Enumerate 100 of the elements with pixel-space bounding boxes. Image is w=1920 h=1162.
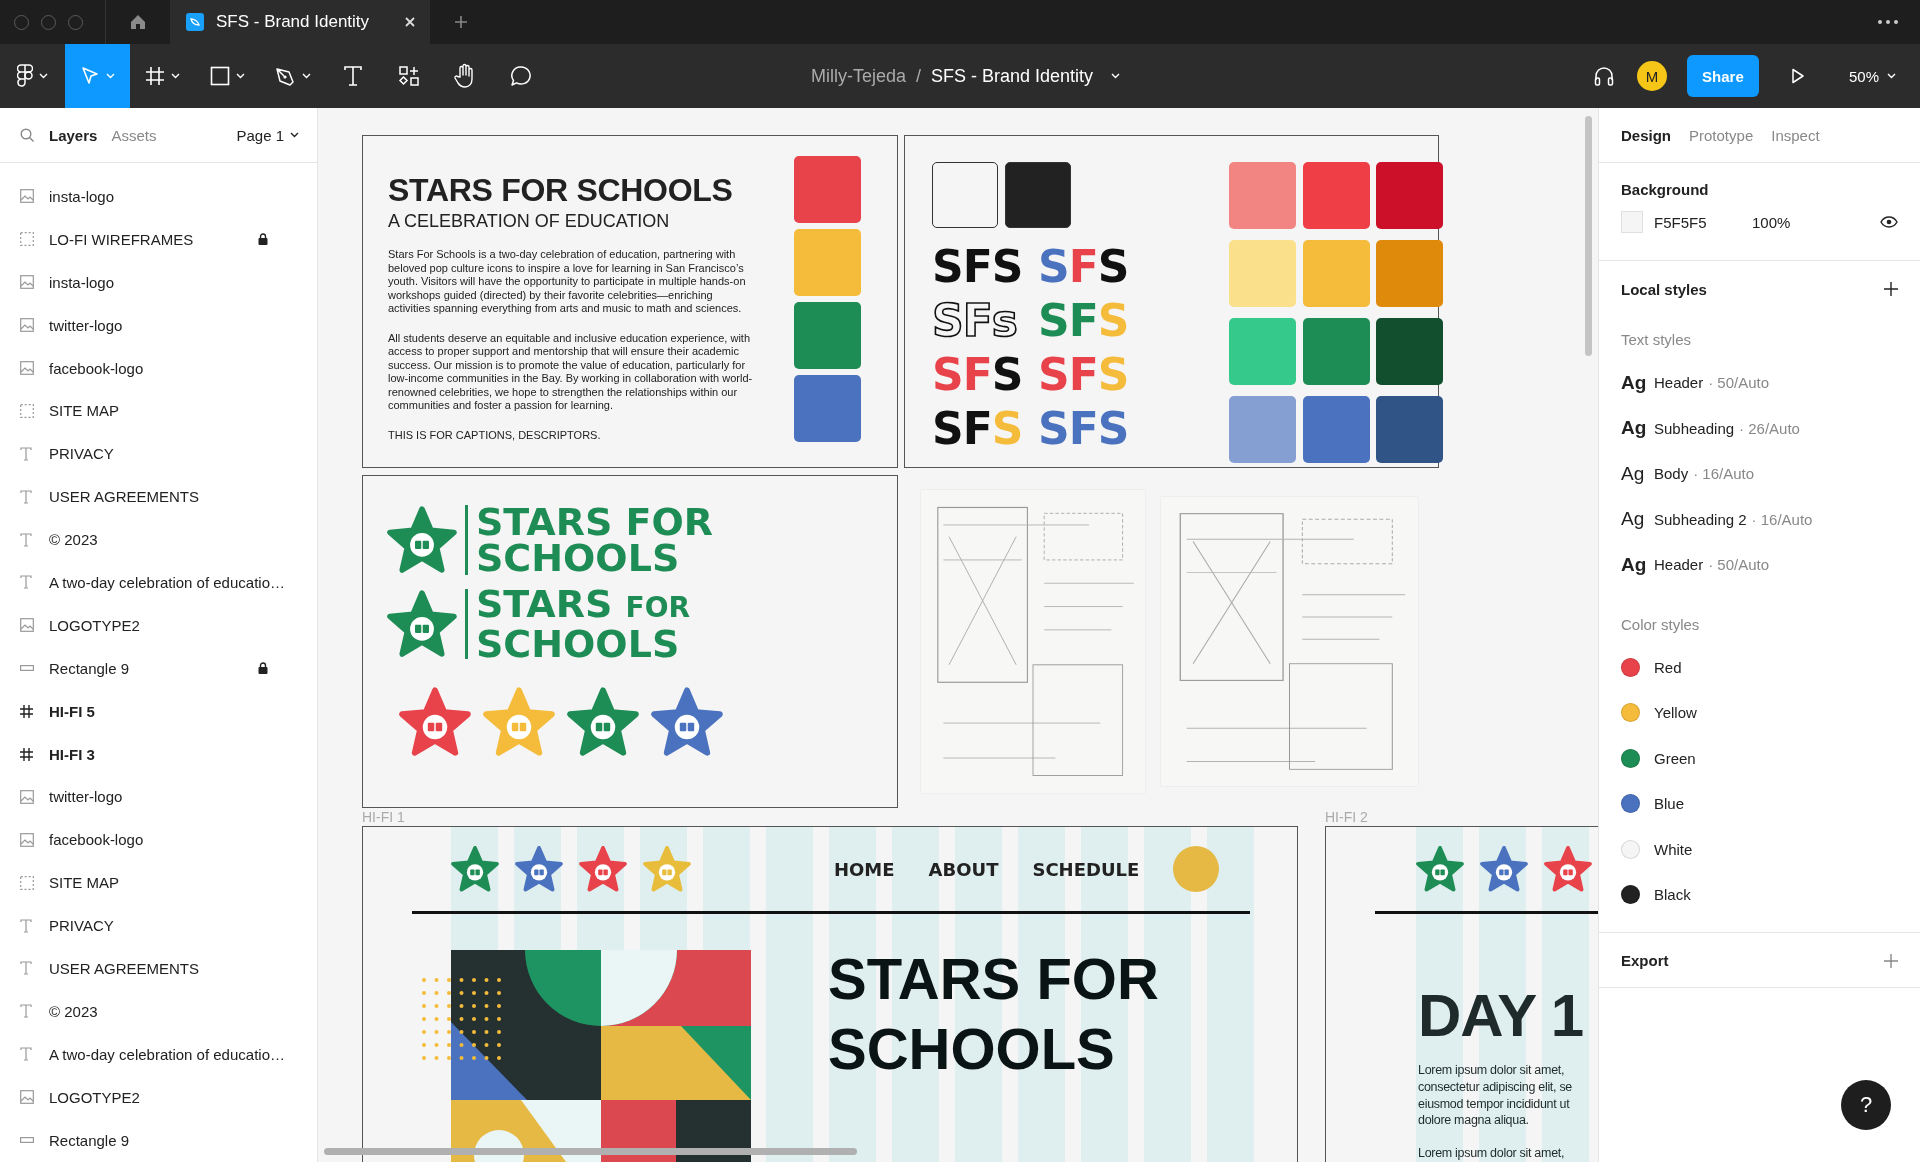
color-style-item[interactable]: Yellow [1621,690,1898,736]
text-style-item[interactable]: Ag Header · 50/Auto [1621,360,1898,406]
search-icon[interactable] [20,127,35,143]
layer-item[interactable]: Rectangle 9 [0,646,317,690]
nav-link[interactable]: SCHEDULE [1032,858,1140,880]
section-icon [20,875,34,890]
divider-bar [465,505,468,575]
scrollbar[interactable] [1585,116,1592,356]
wordmark: SFS [932,348,1024,401]
nav-link[interactable]: HOME [834,858,895,880]
section-icon [20,232,34,247]
scrollbar[interactable] [324,1148,857,1155]
team-name[interactable]: Milly-Tejeda [811,65,907,87]
image-icon [20,832,34,847]
layer-item[interactable]: twitter-logo [0,775,317,819]
file-name[interactable]: SFS - Brand Identity [931,65,1094,87]
wordmark: SFs [932,294,1018,347]
breadcrumb-separator: / [916,65,922,87]
eye-icon[interactable] [1880,216,1898,228]
close-icon[interactable] [404,16,416,28]
color-swatch[interactable] [1621,211,1643,233]
layer-item[interactable]: USER AGREEMENTS [0,475,317,519]
frame-layer-icon [20,747,33,761]
file-tab[interactable]: SFS - Brand Identity [170,0,430,44]
layer-item[interactable]: facebook-logo [0,818,317,862]
image-icon [20,189,34,204]
section-icon [20,403,34,418]
color-style-item[interactable]: Green [1621,735,1898,781]
layer-item[interactable]: SITE MAP [0,389,317,433]
panel-tab[interactable]: Assets [111,126,157,144]
body-paragraph: Stars For Schools is a two-day celebration of education, partnering with beloved pop culture icons to inspire a love for learning in San Francisco’s youth. Visitors will have the opportunity to participate in multiple hands-on workshops guided (directed) by their favorite celebrities—enriching activities spanning everything from arts and music to math and sciences. [388,248,747,316]
color-style-item[interactable]: Red [1621,644,1898,690]
caret-icon [290,132,299,138]
panel-tab[interactable]: Inspect [1771,126,1820,144]
panel-tab[interactable]: Layers [49,126,98,144]
section-title: Local styles [1621,280,1707,298]
color-style-item[interactable]: Black [1621,872,1898,918]
text-layer-icon [20,489,32,504]
help-button[interactable]: ? [1841,1080,1891,1130]
layer-item[interactable]: USER AGREEMENTS [0,947,317,990]
user-avatar[interactable]: M [1636,61,1667,91]
layer-item[interactable]: A two-day celebration of educatio… [0,1032,317,1076]
main-menu-icon [17,64,33,88]
layer-item[interactable]: PRIVACY [0,432,317,476]
layer-item[interactable]: © 2023 [0,989,317,1033]
nav-link[interactable]: ABOUT [928,858,999,880]
layer-item[interactable]: A two-day celebration of educatio… [0,561,317,604]
text-layer-icon [20,575,32,590]
text-style-item[interactable]: Ag Subheading 2 · 16/Auto [1621,496,1898,542]
body-paragraph: Lorem ipsum dolor sit amet, [1418,1145,1566,1162]
star-badge-icon [387,505,457,575]
divider-bar [465,589,468,659]
layer-item[interactable]: insta-logo [0,260,317,304]
text-layer-icon [20,961,32,976]
layer-item[interactable]: LOGOTYPE2 [0,603,317,647]
wordmark: SFS [1038,402,1130,455]
page-selector[interactable]: Page 1 [236,126,299,144]
add-icon[interactable] [1884,282,1898,296]
hex-value[interactable]: F5F5F5 [1654,213,1752,231]
text-style-item[interactable]: Ag Subheading · 26/Auto [1621,405,1898,451]
image-icon [20,618,34,633]
zoom-menu[interactable]: 50% [1842,66,1902,86]
headphones-icon[interactable] [1592,65,1615,87]
panel-tab[interactable]: Design [1621,126,1671,144]
panel-tab[interactable]: Prototype [1689,126,1754,144]
text-layer-icon [20,918,32,933]
layer-item[interactable]: HI-FI 3 [0,732,317,776]
lock-icon[interactable] [258,233,268,246]
layer-item[interactable]: facebook-logo [0,346,317,390]
wordmark: SFS [1038,240,1130,293]
text-layer-icon [20,532,32,547]
text-layer-icon [20,1047,32,1062]
layer-item[interactable]: LOGOTYPE2 [0,1075,317,1119]
color-style-item[interactable]: Blue [1621,781,1898,827]
image-icon [20,318,34,333]
lock-icon[interactable] [258,662,268,675]
new-tab-icon[interactable] [454,15,468,29]
wordmark: SFS [1038,348,1130,401]
text-style-item[interactable]: Ag Body · 16/Auto [1621,451,1898,497]
more-icon[interactable] [1878,20,1898,24]
layer-item[interactable]: PRIVACY [0,904,317,948]
rectangle-icon [210,66,230,86]
layer-item[interactable]: HI-FI 5 [0,689,317,733]
layer-item[interactable]: Rectangle 9 [0,1118,317,1162]
pen-icon [274,65,296,87]
layer-item[interactable]: © 2023 [0,518,317,561]
text-tool-icon [343,65,363,87]
layer-item[interactable]: LO-FI WIREFRAMES [0,217,317,261]
play-icon[interactable] [1790,68,1805,84]
layer-item[interactable]: SITE MAP [0,861,317,905]
text-style-item[interactable]: Ag Header · 50/Auto [1621,542,1898,588]
brand-subtitle: A CELEBRATION OF EDUCATION [388,211,671,232]
color-style-item[interactable]: White [1621,826,1898,872]
brand-title: STARS FOR SCHOOLS [388,172,734,209]
opacity-value[interactable]: 100% [1752,213,1791,231]
caret-icon [171,73,180,79]
comment-icon [510,65,532,87]
layer-item[interactable]: twitter-logo [0,303,317,347]
subsection-title: Text styles [1621,331,1693,348]
layer-item[interactable]: insta-logo [0,175,317,218]
